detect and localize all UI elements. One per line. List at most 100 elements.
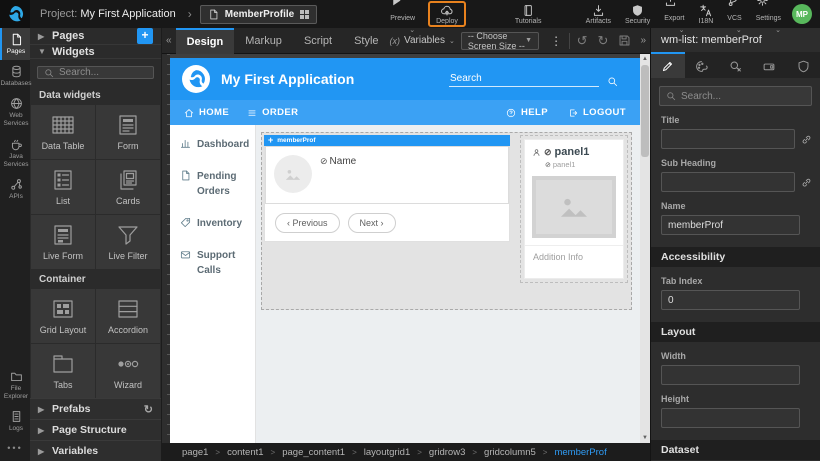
rail-item-file-explorer[interactable]: File Explorer <box>0 365 30 405</box>
nav-item-order[interactable]: ORDER <box>247 107 298 118</box>
undo-button[interactable]: ↺ <box>572 33 593 49</box>
scroll-down-icon[interactable]: ▼ <box>640 433 650 443</box>
rail-item-apis[interactable]: APIs <box>0 173 30 205</box>
pencil-icon <box>661 60 674 73</box>
collapse-left-icon[interactable]: « <box>162 35 176 46</box>
rail-item-java-services[interactable]: Java Services <box>0 133 30 173</box>
more-options-icon[interactable]: ⋮ <box>545 34 567 48</box>
tab-markup[interactable]: Markup <box>234 28 293 54</box>
export-button[interactable]: Export ⌄ <box>657 0 691 28</box>
variables-dropdown[interactable]: (x) Variables ⌄ <box>390 35 455 46</box>
list-item-template[interactable]: ⊘ Name <box>265 146 509 204</box>
panel1-widget[interactable]: ⊘ panel1 ⊘ panel1 <box>524 139 624 279</box>
i18n-button[interactable]: I18N <box>692 0 721 28</box>
tab-script[interactable]: Script <box>293 28 343 54</box>
preview-button[interactable]: Preview ⌄ <box>383 0 422 28</box>
sub-heading-field-input[interactable] <box>661 172 795 192</box>
add-page-button[interactable]: + <box>137 28 153 44</box>
nav-item-home[interactable]: HOME <box>184 107 229 118</box>
artifacts-button[interactable]: Artifacts <box>579 0 618 28</box>
prefabs-section-header[interactable]: ▶ Prefabs ↻ <box>30 398 161 419</box>
page-structure-section-header[interactable]: ▶ Page Structure <box>30 419 161 440</box>
tab-properties[interactable] <box>651 52 685 78</box>
menu-item-inventory[interactable]: Inventory <box>180 216 255 231</box>
breadcrumb-item[interactable]: layoutgrid1 <box>364 447 410 458</box>
tab-security[interactable] <box>786 52 820 78</box>
list-item-name-binding[interactable]: ⊘ Name <box>320 147 356 203</box>
app-search-input[interactable] <box>449 71 599 87</box>
member-list-widget[interactable]: + memberProf <box>264 135 510 242</box>
nav-item-help[interactable]: HELP <box>506 107 548 118</box>
menu-item-support-calls[interactable]: Support Calls <box>180 248 255 278</box>
nav-item-logout[interactable]: LOGOUT <box>568 107 626 118</box>
widget-tile-list[interactable]: List <box>31 160 95 214</box>
rail-item-databases[interactable]: Databases <box>0 60 30 92</box>
tab-style[interactable]: Style <box>343 28 389 54</box>
deploy-button[interactable]: Deploy <box>434 0 460 28</box>
widget-tile-data-table[interactable]: Data Table <box>31 105 95 159</box>
user-avatar[interactable]: MP <box>792 4 812 24</box>
title-field-input[interactable] <box>661 129 795 149</box>
rail-item-logs[interactable]: Logs <box>0 405 30 437</box>
widgets-section-header[interactable]: ▼ Widgets <box>30 45 161 59</box>
breadcrumb-item[interactable]: gridrow3 <box>429 447 465 458</box>
breadcrumb-item[interactable]: page_content1 <box>282 447 345 458</box>
previous-page-button[interactable]: ‹ Previous <box>275 213 340 233</box>
widget-tile-accordion[interactable]: Accordion <box>96 289 160 343</box>
panel1-image-placeholder[interactable] <box>532 176 616 238</box>
widget-tile-cards[interactable]: Cards <box>96 160 160 214</box>
breadcrumb-item[interactable]: gridcolumn5 <box>484 447 536 458</box>
panel1-subtitle[interactable]: ⊘ panel1 <box>545 160 616 169</box>
name-field-input[interactable] <box>661 215 800 235</box>
width-field-input[interactable] <box>661 365 800 385</box>
widget-tile-live-form[interactable]: Live Form <box>31 215 95 269</box>
rail-item-web-services[interactable]: Web Services <box>0 92 30 132</box>
wavemaker-logo[interactable] <box>0 0 30 28</box>
canvas-scrollbar[interactable]: ▲ ▼ <box>640 54 650 443</box>
tab-inspector[interactable] <box>719 52 753 78</box>
bind-link-icon[interactable] <box>801 177 812 188</box>
breadcrumb-item-current[interactable]: memberProf <box>554 447 606 458</box>
dashboard-grid-icon[interactable] <box>300 10 309 19</box>
widget-search-input[interactable] <box>59 67 147 78</box>
menu-item-dashboard[interactable]: Dashboard <box>180 137 255 152</box>
settings-button[interactable]: Settings ⌄ <box>749 0 788 28</box>
pages-section-header[interactable]: ▶ Pages + <box>30 28 161 45</box>
scrollbar-thumb[interactable] <box>641 65 649 157</box>
rail-overflow-icon[interactable]: ••• <box>0 437 30 461</box>
refresh-icon[interactable]: ↻ <box>144 403 153 416</box>
save-button[interactable] <box>613 34 636 47</box>
properties-search-input[interactable] <box>681 91 805 102</box>
list-widget-header[interactable]: + memberProf <box>264 135 510 146</box>
scroll-up-icon[interactable]: ▲ <box>640 54 650 64</box>
widget-tile-wizard[interactable]: Wizard <box>96 344 160 398</box>
bind-link-icon[interactable] <box>801 134 812 145</box>
tab-styles[interactable] <box>685 52 719 78</box>
panel1-title-row[interactable]: ⊘ panel1 <box>532 146 616 158</box>
breadcrumb-item[interactable]: page1 <box>182 447 208 458</box>
menu-item-pending-orders[interactable]: Pending Orders <box>180 169 255 199</box>
grid-column-selection[interactable]: + memberProf <box>261 132 632 310</box>
collapse-right-icon[interactable]: » <box>636 35 650 46</box>
variables-section-header[interactable]: ▶ Variables <box>30 440 161 461</box>
widget-tile-grid-layout[interactable]: Grid Layout <box>31 289 95 343</box>
move-handle-icon[interactable]: + <box>268 136 273 145</box>
redo-button[interactable]: ↻ <box>593 33 614 49</box>
widget-tile-tabs[interactable]: Tabs <box>31 344 95 398</box>
security-button[interactable]: Security <box>618 0 657 28</box>
screen-size-select[interactable]: -- Choose Screen Size -- ▼ <box>461 32 539 50</box>
page-tab-memberprofile[interactable]: MemberProfile <box>200 5 317 24</box>
height-field-input[interactable] <box>661 408 800 428</box>
tab-devices[interactable] <box>752 52 786 78</box>
vcs-button[interactable]: VCS ⌄ <box>720 0 748 28</box>
search-icon[interactable] <box>607 76 618 87</box>
panel-grid-column[interactable]: ⊘ panel1 ⊘ panel1 <box>520 135 628 283</box>
widget-tile-live-filter[interactable]: Live Filter <box>96 215 160 269</box>
next-page-button[interactable]: Next › <box>348 213 396 233</box>
widget-tile-form[interactable]: Form <box>96 105 160 159</box>
breadcrumb-item[interactable]: content1 <box>227 447 263 458</box>
tab-design[interactable]: Design <box>176 28 235 54</box>
rail-item-pages[interactable]: Pages <box>0 28 30 60</box>
tab-index-field-input[interactable] <box>661 290 800 310</box>
tutorials-button[interactable]: Tutorials <box>508 0 549 28</box>
